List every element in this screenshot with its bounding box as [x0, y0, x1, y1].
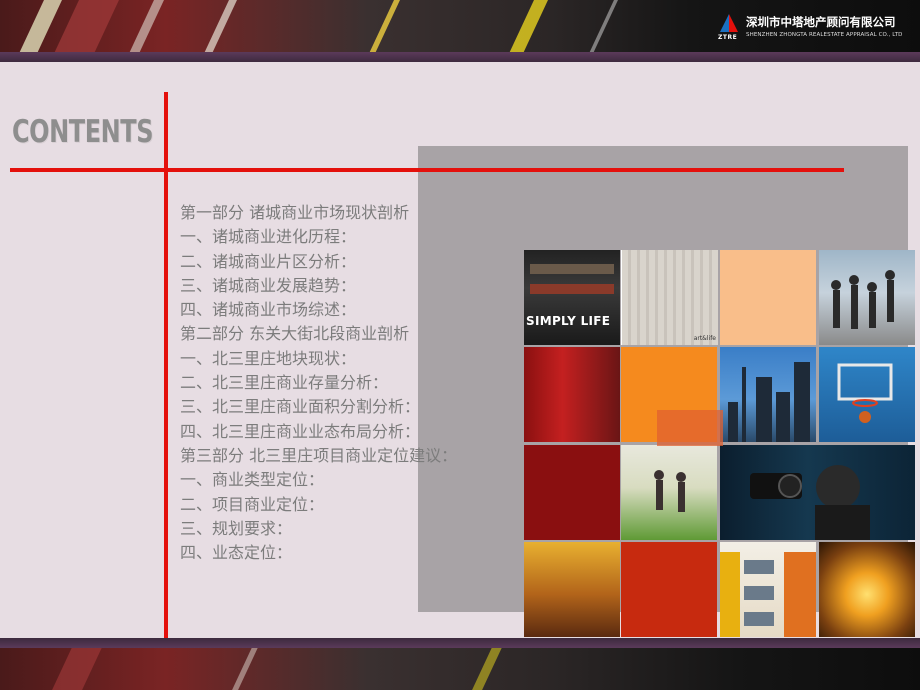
toc-item: 四、北三里庄商业业态布局分析： — [180, 421, 421, 441]
store-sign-text: SIMPLY LIFE — [526, 314, 611, 328]
camera-icon — [750, 465, 870, 540]
shop-interior-photo — [524, 347, 620, 442]
header-divider — [0, 52, 920, 62]
toc-item: 三、诸城商业发展趋势： — [180, 275, 357, 295]
city-skyline-photo — [720, 347, 816, 442]
peach-color-tile — [720, 250, 816, 345]
decor-stripe — [43, 648, 107, 690]
toc-item: 二、诸城商业片区分析： — [180, 251, 357, 271]
toc-item: 第二部分 东关大街北段商业剖析 — [180, 324, 410, 344]
decor-stripe — [121, 0, 169, 52]
photo-collage: SIMPLY LIFE art&life — [524, 250, 916, 637]
beads-caption: art&life — [693, 335, 716, 342]
red-vertical-rule — [164, 92, 168, 640]
photographer-photo — [720, 445, 915, 540]
red-horizontal-rule — [10, 168, 844, 172]
toc-item: 四、业态定位： — [180, 543, 293, 563]
toc-item: 一、诸城商业进化历程： — [180, 227, 357, 247]
building-facade-icon — [720, 552, 816, 637]
decor-stripe — [223, 648, 263, 690]
shopping-women-photo — [524, 542, 620, 637]
people-silhouettes-icon — [831, 270, 895, 329]
shelf-graphic — [530, 264, 614, 274]
couple-running-photo — [621, 445, 717, 540]
footer-divider — [0, 638, 920, 648]
decor-stripe — [361, 0, 405, 52]
bead-curtain-photo: art&life — [621, 250, 718, 345]
golden-burst-photo — [819, 542, 915, 637]
colorful-building-photo — [720, 542, 816, 637]
shelf-graphic — [530, 284, 614, 294]
decor-stripe — [463, 648, 507, 690]
toc-item: 四、诸城商业市场综述： — [180, 300, 357, 320]
toc-item: 三、规划要求： — [180, 518, 293, 538]
red-color-tile — [621, 542, 717, 637]
decor-stripe — [196, 0, 242, 52]
store-photo: SIMPLY LIFE — [524, 250, 620, 345]
company-name-en: SHENZHEN ZHONGTA REALESTATE APPRAISAL CO… — [746, 32, 903, 38]
decor-stripe — [501, 0, 553, 52]
basketball-hoop-photo — [819, 347, 915, 442]
runners-icon — [654, 470, 686, 512]
toc-item: 二、项目商业定位： — [180, 494, 325, 514]
ztre-logo-icon — [720, 14, 738, 32]
group-jumping-photo — [819, 250, 915, 345]
toc-item: 二、北三里庄商业存量分析： — [180, 373, 389, 393]
header-banner: ZTRE 深圳市中塔地产顾问有限公司 SHENZHEN ZHONGTA REAL… — [0, 0, 920, 52]
toc-item: 第三部分 北三里庄项目商业定位建议： — [180, 445, 458, 465]
footer-banner — [0, 648, 920, 690]
skyscrapers-icon — [728, 362, 810, 442]
table-of-contents: 第一部分 诸城商业市场现状剖析 一、诸城商业进化历程： 二、诸城商业片区分析： … — [180, 201, 457, 565]
toc-item: 一、商业类型定位： — [180, 470, 325, 490]
decor-stripe — [581, 0, 623, 52]
toc-item: 三、北三里庄商业面积分割分析： — [180, 397, 421, 417]
basketball-hoop-icon — [837, 363, 893, 423]
toc-item: 第一部分 诸城商业市场现状剖析 — [180, 203, 410, 222]
orange-overlay-block — [657, 410, 723, 446]
page-title: CONTENTS — [12, 114, 154, 150]
dark-red-color-tile — [524, 445, 620, 540]
logo-mark-text: ZTRE — [718, 34, 738, 41]
company-name-cn: 深圳市中塔地产顾问有限公司 — [746, 15, 896, 29]
toc-item: 一、北三里庄地块现状： — [180, 348, 357, 368]
